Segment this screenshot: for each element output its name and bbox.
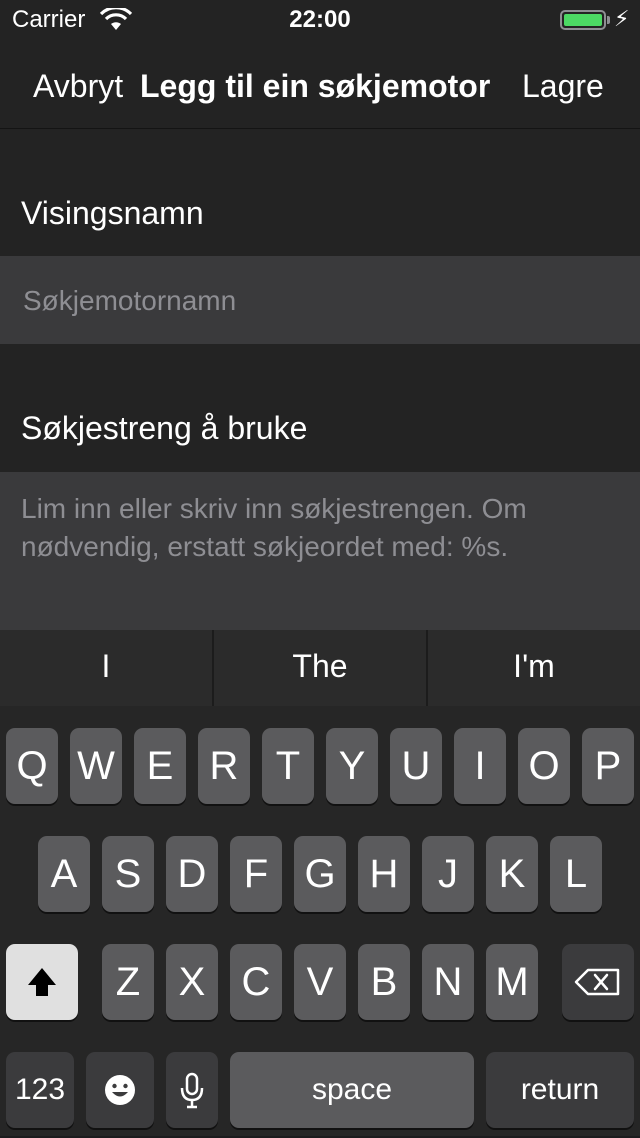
backspace-key[interactable] [562, 944, 634, 1020]
key-q[interactable]: Q [6, 728, 58, 804]
key-label: N [433, 960, 463, 1004]
key-label: X [178, 960, 206, 1004]
key-label: T [275, 744, 301, 788]
suggestion-bar: I The I'm [0, 630, 640, 706]
key-t[interactable]: T [262, 728, 314, 804]
search-string-row[interactable] [0, 472, 640, 630]
key-label: B [370, 960, 398, 1004]
page-title: Legg til ein søkjemotor [140, 68, 491, 104]
key-x[interactable]: X [166, 944, 218, 1020]
key-label: I [474, 744, 486, 788]
key-v[interactable]: V [294, 944, 346, 1020]
key-f[interactable]: F [230, 836, 282, 912]
key-label: return [520, 1073, 600, 1106]
emoji-key[interactable] [86, 1052, 154, 1128]
key-z[interactable]: Z [102, 944, 154, 1020]
shift-icon [28, 968, 56, 996]
key-label: K [498, 852, 526, 896]
key-a[interactable]: A [38, 836, 90, 912]
suggestion-item[interactable]: I [0, 630, 212, 706]
space-key[interactable]: space [230, 1052, 474, 1128]
key-label: L [564, 852, 588, 896]
key-label: Q [16, 744, 48, 788]
search-string-label: Søkjestreng å bruke [21, 410, 308, 446]
key-o[interactable]: O [518, 728, 570, 804]
key-label: space [311, 1073, 393, 1106]
key-j[interactable]: J [422, 836, 474, 912]
save-button[interactable]: Lagre [522, 68, 604, 105]
key-i[interactable]: I [454, 728, 506, 804]
display-name-row[interactable] [0, 256, 640, 346]
key-label: F [243, 852, 269, 896]
key-l[interactable]: L [550, 836, 602, 912]
key-c[interactable]: C [230, 944, 282, 1020]
key-y[interactable]: Y [326, 728, 378, 804]
key-label: G [304, 852, 336, 896]
key-label: U [401, 744, 431, 788]
key-label: Y [338, 744, 366, 788]
key-label: C [241, 960, 271, 1004]
cancel-button[interactable]: Avbryt [33, 68, 123, 105]
microphone-key[interactable] [166, 1052, 218, 1128]
key-k[interactable]: K [486, 836, 538, 912]
display-name-input[interactable] [21, 256, 623, 346]
key-label: V [306, 960, 334, 1004]
key-label: 123 [14, 1073, 66, 1106]
key-p[interactable]: P [582, 728, 634, 804]
suggestion-item[interactable]: The [214, 630, 426, 706]
return-key[interactable]: return [486, 1052, 634, 1128]
key-h[interactable]: H [358, 836, 410, 912]
key-m[interactable]: M [486, 944, 538, 1020]
key-label: W [77, 744, 115, 788]
shift-key[interactable] [6, 944, 78, 1020]
key-label: M [495, 960, 529, 1004]
key-label: D [177, 852, 207, 896]
nav-bar: Avbryt Legg til ein søkjemotor Lagre [0, 40, 640, 129]
key-n[interactable]: N [422, 944, 474, 1020]
numbers-key[interactable]: 123 [6, 1052, 74, 1128]
key-b[interactable]: B [358, 944, 410, 1020]
key-g[interactable]: G [294, 836, 346, 912]
key-d[interactable]: D [166, 836, 218, 912]
key-label: P [594, 744, 622, 788]
status-bar: Carrier 22:00 ⚡ [0, 0, 640, 40]
key-label: E [146, 744, 174, 788]
battery-level [564, 14, 602, 26]
key-r[interactable]: R [198, 728, 250, 804]
battery-cap [607, 16, 610, 24]
display-name-label: Visingsnamn [21, 195, 204, 231]
key-label: A [50, 852, 78, 896]
key-label: Z [115, 960, 141, 1004]
emoji-icon [105, 1075, 135, 1105]
search-string-input[interactable] [21, 490, 619, 630]
key-label: H [369, 852, 399, 896]
battery-icon [560, 10, 606, 30]
backspace-icon [574, 968, 620, 996]
key-label: O [528, 744, 560, 788]
key-s[interactable]: S [102, 836, 154, 912]
key-u[interactable]: U [390, 728, 442, 804]
bolt-icon: ⚡ [614, 6, 630, 31]
suggestion-item[interactable]: I'm [428, 630, 640, 706]
key-label: R [209, 744, 239, 788]
status-time: 22:00 [289, 6, 351, 33]
microphone-icon [180, 1072, 204, 1109]
keyboard: I The I'm Q W E R T Y U I O P A S D F G … [0, 630, 640, 1136]
key-w[interactable]: W [70, 728, 122, 804]
key-label: J [438, 852, 458, 896]
key-label: S [114, 852, 142, 896]
key-e[interactable]: E [134, 728, 186, 804]
